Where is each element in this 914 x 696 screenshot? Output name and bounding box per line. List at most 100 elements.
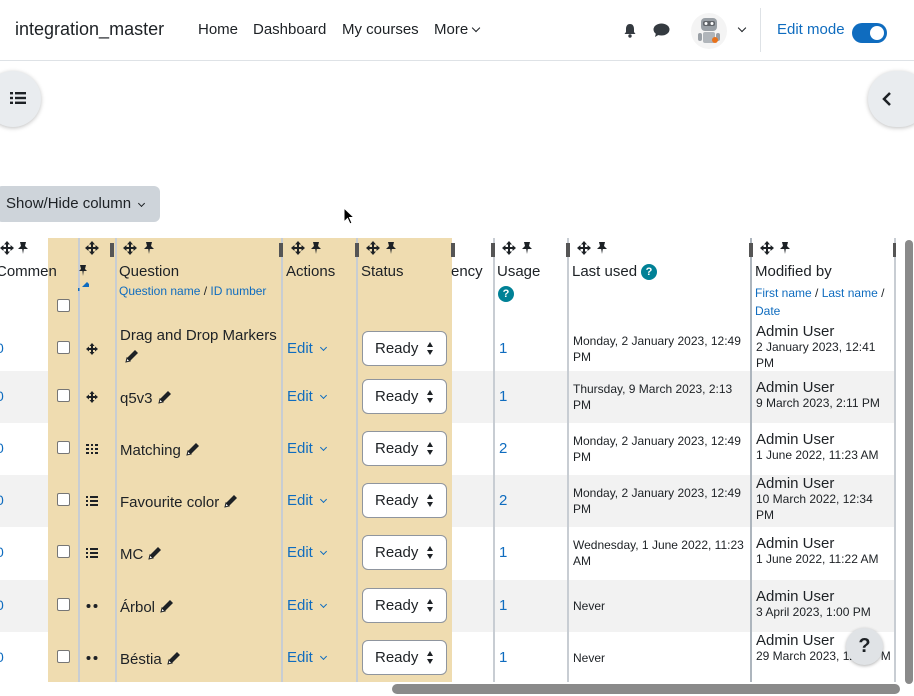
horizontal-scrollbar[interactable] <box>392 684 900 694</box>
edit-pencil-icon[interactable] <box>124 348 140 364</box>
question-name: Matching <box>120 440 280 462</box>
row-select-checkbox[interactable] <box>57 598 70 611</box>
pin-column-icon[interactable] <box>310 241 322 255</box>
sort-by-last-name[interactable]: Last name <box>822 286 878 300</box>
nav-more-label: More <box>434 21 469 38</box>
edit-pencil-icon[interactable] <box>147 545 163 561</box>
edit-pencil-icon[interactable] <box>166 650 182 666</box>
comment-count-link[interactable]: 0 <box>0 544 4 560</box>
resize-column-handle[interactable] <box>110 243 114 257</box>
nav-my-courses[interactable]: My courses <box>342 21 419 38</box>
usage-count-link[interactable]: 1 <box>499 388 507 405</box>
sort-by-date[interactable]: Date <box>755 304 780 318</box>
vertical-scrollbar[interactable] <box>905 240 913 684</box>
chat-icon[interactable] <box>653 23 670 38</box>
edit-menu-button[interactable]: Edit <box>287 340 327 357</box>
nav-dashboard[interactable]: Dashboard <box>253 21 326 38</box>
move-column-icon[interactable] <box>85 241 99 255</box>
status-select[interactable]: Ready <box>362 483 447 518</box>
usage-count-link[interactable]: 1 <box>499 340 507 357</box>
site-name[interactable]: integration_master <box>15 19 164 40</box>
edit-mode-toggle[interactable] <box>852 23 887 43</box>
chevron-down-icon <box>319 652 327 661</box>
status-select[interactable]: Ready <box>362 379 447 414</box>
open-course-index-button[interactable] <box>0 71 41 127</box>
sort-by-id-number[interactable]: ID number <box>210 284 266 298</box>
edit-mode-label: Edit mode <box>777 21 845 38</box>
bell-icon[interactable] <box>623 23 637 38</box>
question-name: Favourite color <box>120 492 280 514</box>
pin-column-icon[interactable] <box>779 241 791 255</box>
pin-column-icon[interactable] <box>143 241 155 255</box>
sort-modified-links: First name / Last name / Date <box>755 284 890 320</box>
column-header-comments[interactable]: Commen <box>0 263 57 280</box>
usage-help-icon[interactable]: ? <box>498 286 514 302</box>
status-select[interactable]: Ready <box>362 331 447 366</box>
help-button[interactable]: ? <box>846 628 883 665</box>
edit-pencil-icon[interactable] <box>223 493 239 509</box>
edit-menu-button[interactable]: Edit <box>287 492 327 509</box>
comment-count-link[interactable]: 0 <box>0 440 4 456</box>
column-header-question[interactable]: Question <box>119 263 179 280</box>
pin-column-icon[interactable] <box>596 241 608 255</box>
comment-count-link[interactable]: 0 <box>0 649 4 665</box>
usage-count-link[interactable]: 2 <box>499 440 507 457</box>
status-select[interactable]: Ready <box>362 431 447 466</box>
comment-count-link[interactable]: 0 <box>0 340 4 356</box>
usage-count-link[interactable]: 1 <box>499 544 507 561</box>
edit-pencil-icon[interactable] <box>185 441 201 457</box>
usage-count-link[interactable]: 2 <box>499 492 507 509</box>
pin-column-icon[interactable] <box>385 241 397 255</box>
nav-more[interactable]: More <box>434 21 481 38</box>
pin-column-icon[interactable] <box>17 241 29 255</box>
resize-column-handle[interactable] <box>491 243 495 257</box>
edit-menu-button[interactable]: Edit <box>287 440 327 457</box>
edit-menu-button[interactable]: Edit <box>287 597 327 614</box>
row-select-checkbox[interactable] <box>57 650 70 663</box>
row-select-checkbox[interactable] <box>57 441 70 454</box>
move-column-icon[interactable] <box>366 241 380 255</box>
usage-count-link[interactable]: 1 <box>499 597 507 614</box>
move-column-icon[interactable] <box>577 241 591 255</box>
status-select[interactable]: Ready <box>362 588 447 623</box>
chevron-down-icon <box>319 443 327 452</box>
status-select[interactable]: Ready <box>362 640 447 675</box>
row-select-checkbox[interactable] <box>57 493 70 506</box>
row-select-checkbox[interactable] <box>57 341 70 354</box>
edit-menu-button[interactable]: Edit <box>287 544 327 561</box>
open-block-drawer-button[interactable] <box>868 71 914 127</box>
resize-column-handle[interactable] <box>566 243 570 257</box>
last-used-help-icon[interactable]: ? <box>641 264 657 280</box>
move-column-icon[interactable] <box>123 241 137 255</box>
edit-menu-button[interactable]: Edit <box>287 649 327 666</box>
edit-pencil-icon[interactable] <box>157 389 173 405</box>
usage-count-link[interactable]: 1 <box>499 649 507 666</box>
chevron-down-icon[interactable] <box>737 23 747 33</box>
status-select[interactable]: Ready <box>362 535 447 570</box>
resize-column-handle[interactable] <box>451 243 455 257</box>
pin-column-icon[interactable] <box>521 241 533 255</box>
avatar[interactable] <box>691 13 727 49</box>
move-column-icon[interactable] <box>760 241 774 255</box>
chevron-down-icon <box>319 600 327 609</box>
row-select-checkbox[interactable] <box>57 545 70 558</box>
sort-type-icon[interactable] <box>77 263 89 291</box>
resize-column-handle[interactable] <box>279 243 283 257</box>
move-column-icon[interactable] <box>0 241 14 255</box>
resize-column-handle[interactable] <box>749 243 753 257</box>
nav-home[interactable]: Home <box>198 21 238 38</box>
sort-by-first-name[interactable]: First name <box>755 286 812 300</box>
show-hide-column-button[interactable]: Show/Hide column <box>0 186 160 222</box>
comment-count-link[interactable]: 0 <box>0 597 4 613</box>
resize-column-handle[interactable] <box>893 243 896 257</box>
comment-count-link[interactable]: 0 <box>0 492 4 508</box>
row-select-checkbox[interactable] <box>57 389 70 402</box>
move-column-icon[interactable] <box>291 241 305 255</box>
sort-by-question-name[interactable]: Question name <box>119 284 200 298</box>
move-column-icon[interactable] <box>502 241 516 255</box>
comment-count-link[interactable]: 0 <box>0 388 4 404</box>
edit-pencil-icon[interactable] <box>159 598 175 614</box>
edit-menu-button[interactable]: Edit <box>287 388 327 405</box>
resize-column-handle[interactable] <box>355 243 359 257</box>
select-all-checkbox[interactable] <box>57 299 70 312</box>
